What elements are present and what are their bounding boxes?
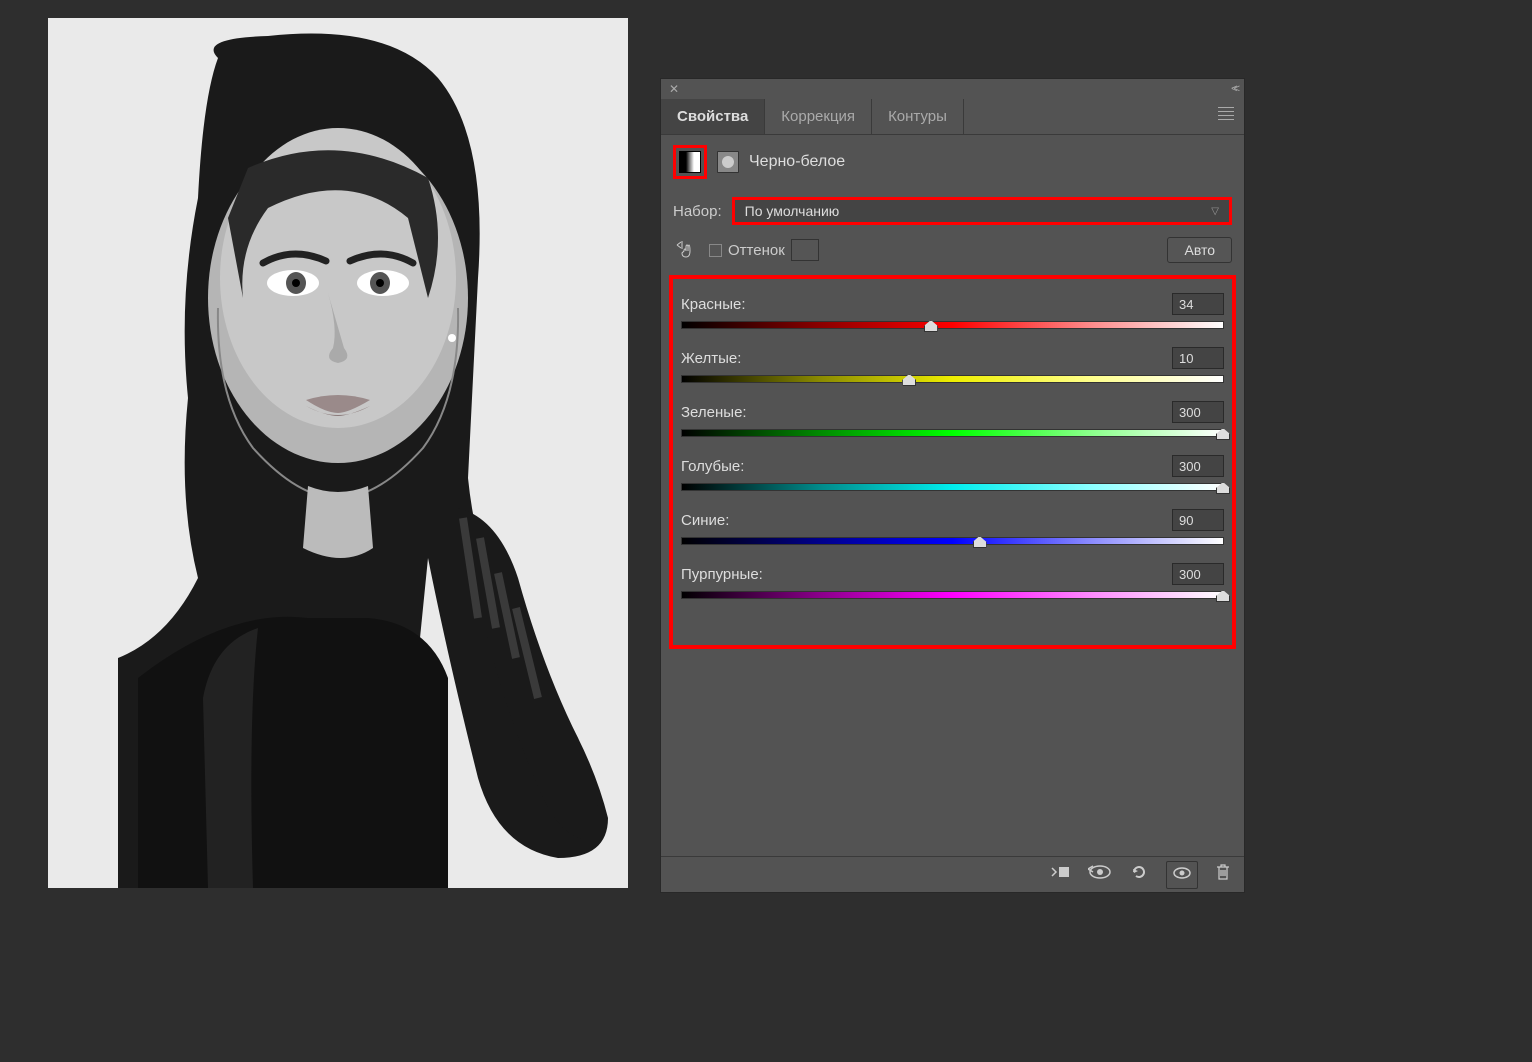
slider-magenta: Пурпурные: xyxy=(681,563,1224,599)
slider-thumb-green[interactable] xyxy=(1216,428,1230,440)
trash-icon[interactable] xyxy=(1216,864,1230,885)
slider-label-blue: Синие: xyxy=(681,512,729,529)
reset-icon[interactable] xyxy=(1130,863,1148,886)
panel-menu-icon[interactable] xyxy=(1218,107,1234,120)
tab-properties[interactable]: Свойства xyxy=(661,99,765,134)
slider-track-red[interactable] xyxy=(681,321,1224,329)
slider-label-magenta: Пурпурные: xyxy=(681,566,763,583)
slider-track-blue[interactable] xyxy=(681,537,1224,545)
preset-label: Набор: xyxy=(673,203,722,220)
auto-button[interactable]: Авто xyxy=(1167,237,1232,263)
slider-value-blue[interactable] xyxy=(1172,509,1224,531)
slider-value-magenta[interactable] xyxy=(1172,563,1224,585)
slider-cyan: Голубые: xyxy=(681,455,1224,491)
slider-thumb-red[interactable] xyxy=(924,320,938,332)
chevron-down-icon: ▽ xyxy=(1211,206,1219,217)
slider-label-green: Зеленые: xyxy=(681,404,747,421)
targeted-adjust-icon[interactable] xyxy=(673,238,697,262)
highlight-sliders: Красные: Желтые: Зеленые: xyxy=(669,275,1236,649)
tint-checkbox[interactable] xyxy=(709,244,722,257)
slider-thumb-magenta[interactable] xyxy=(1216,590,1230,602)
slider-value-yellow[interactable] xyxy=(1172,347,1224,369)
slider-track-green[interactable] xyxy=(681,429,1224,437)
slider-track-magenta[interactable] xyxy=(681,591,1224,599)
slider-thumb-blue[interactable] xyxy=(973,536,987,548)
slider-track-cyan[interactable] xyxy=(681,483,1224,491)
slider-red: Красные: xyxy=(681,293,1224,329)
visibility-icon[interactable] xyxy=(1166,861,1198,889)
properties-panel: ✕ << Свойства Коррекция Контуры Черно-бе… xyxy=(660,78,1245,893)
black-white-icon[interactable] xyxy=(679,151,701,173)
canvas-image xyxy=(48,18,628,888)
clip-to-layer-icon[interactable] xyxy=(1050,864,1070,885)
tab-adjustments[interactable]: Коррекция xyxy=(765,99,872,134)
slider-label-yellow: Желтые: xyxy=(681,350,741,367)
preset-dropdown[interactable]: По умолчанию ▽ xyxy=(732,197,1232,225)
slider-value-cyan[interactable] xyxy=(1172,455,1224,477)
slider-value-red[interactable] xyxy=(1172,293,1224,315)
panel-tabs: Свойства Коррекция Контуры xyxy=(661,99,1244,135)
slider-yellow: Желтые: xyxy=(681,347,1224,383)
layer-mask-icon[interactable] xyxy=(717,151,739,173)
slider-label-cyan: Голубые: xyxy=(681,458,744,475)
slider-thumb-cyan[interactable] xyxy=(1216,482,1230,494)
slider-green: Зеленые: xyxy=(681,401,1224,437)
close-icon[interactable]: ✕ xyxy=(669,82,679,96)
highlight-bw-icon xyxy=(673,145,707,179)
preset-value: По умолчанию xyxy=(745,203,840,219)
tint-label: Оттенок xyxy=(728,242,785,259)
view-previous-icon[interactable] xyxy=(1088,865,1112,884)
collapse-icon[interactable]: << xyxy=(1231,83,1236,95)
tab-paths[interactable]: Контуры xyxy=(872,99,964,134)
adjustment-name: Черно-белое xyxy=(749,153,845,171)
slider-track-yellow[interactable] xyxy=(681,375,1224,383)
slider-thumb-yellow[interactable] xyxy=(902,374,916,386)
slider-label-red: Красные: xyxy=(681,296,746,313)
slider-blue: Синие: xyxy=(681,509,1224,545)
slider-value-green[interactable] xyxy=(1172,401,1224,423)
tint-swatch[interactable] xyxy=(791,239,819,261)
